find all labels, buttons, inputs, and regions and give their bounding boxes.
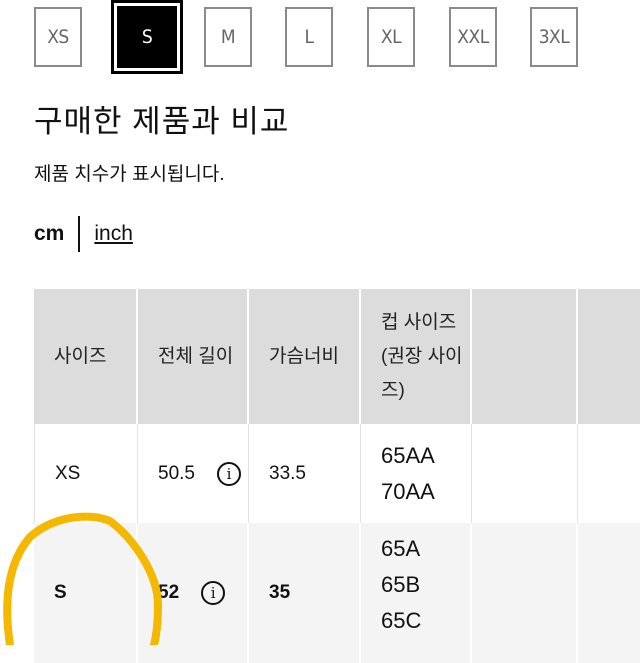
total-length-value: 52 (158, 582, 180, 603)
compare-subtext: 제품 치수가 표시됩니다. (34, 164, 225, 185)
size-option-l[interactable]: L (285, 7, 333, 67)
header-overflow (578, 289, 640, 424)
header-cup-size: 컵 사이즈 (권장 사이 즈) (361, 289, 472, 424)
size-option-xl[interactable]: XL (367, 7, 415, 67)
cell-chest-width: 35 (249, 523, 361, 663)
unit-inch-link[interactable]: inch (94, 222, 133, 246)
info-icon[interactable]: i (201, 581, 226, 605)
unit-toggle: cm inch (34, 216, 133, 252)
cup-size-value: 65B (381, 572, 421, 597)
size-selector: XS S M L XL XXL 3XL (0, 0, 640, 78)
table-row: XS 50.5 i 33.5 65AA 70AA (34, 424, 640, 523)
cup-size-value: 65AA (381, 442, 435, 468)
cell-size: XS (34, 424, 138, 523)
cell-extra (472, 523, 578, 663)
cup-size-value: 70AA (381, 478, 435, 504)
unit-cm[interactable]: cm (34, 222, 64, 246)
compare-heading: 구매한 제품과 비교 (34, 104, 290, 139)
size-option-s[interactable]: S (111, 0, 183, 74)
cell-overflow (578, 424, 640, 523)
size-option-xxl[interactable]: XXL (449, 7, 497, 67)
header-total-length: 전체 길이 (138, 289, 249, 424)
unit-divider (78, 216, 81, 252)
table-row-selected: S 52 i 35 65A 65B 65C (34, 523, 640, 663)
cell-extra (472, 424, 578, 523)
table-header-row: 사이즈 전체 길이 가슴너비 컵 사이즈 (권장 사이 즈) (34, 289, 640, 424)
size-option-3xl[interactable]: 3XL (530, 7, 578, 67)
cell-chest-width: 33.5 (249, 424, 361, 523)
header-size: 사이즈 (34, 289, 138, 424)
size-option-m[interactable]: M (204, 7, 252, 67)
header-chest-width: 가슴너비 (249, 289, 361, 424)
info-icon[interactable]: i (216, 461, 241, 486)
cell-cup-size: 65A 65B 65C (361, 523, 472, 663)
header-extra (472, 289, 578, 424)
cell-size: S (34, 523, 138, 663)
size-table: 사이즈 전체 길이 가슴너비 컵 사이즈 (권장 사이 즈) XS 50.5 i… (34, 289, 640, 663)
cell-overflow (578, 523, 640, 663)
cup-size-value: 65C (381, 608, 422, 633)
cup-size-value: 65A (381, 536, 421, 561)
size-option-xs[interactable]: XS (34, 7, 82, 67)
total-length-value: 50.5 (158, 462, 195, 484)
cell-total-length: 50.5 i (138, 424, 249, 523)
cell-total-length: 52 i (138, 523, 249, 663)
cell-cup-size: 65AA 70AA (361, 424, 472, 523)
